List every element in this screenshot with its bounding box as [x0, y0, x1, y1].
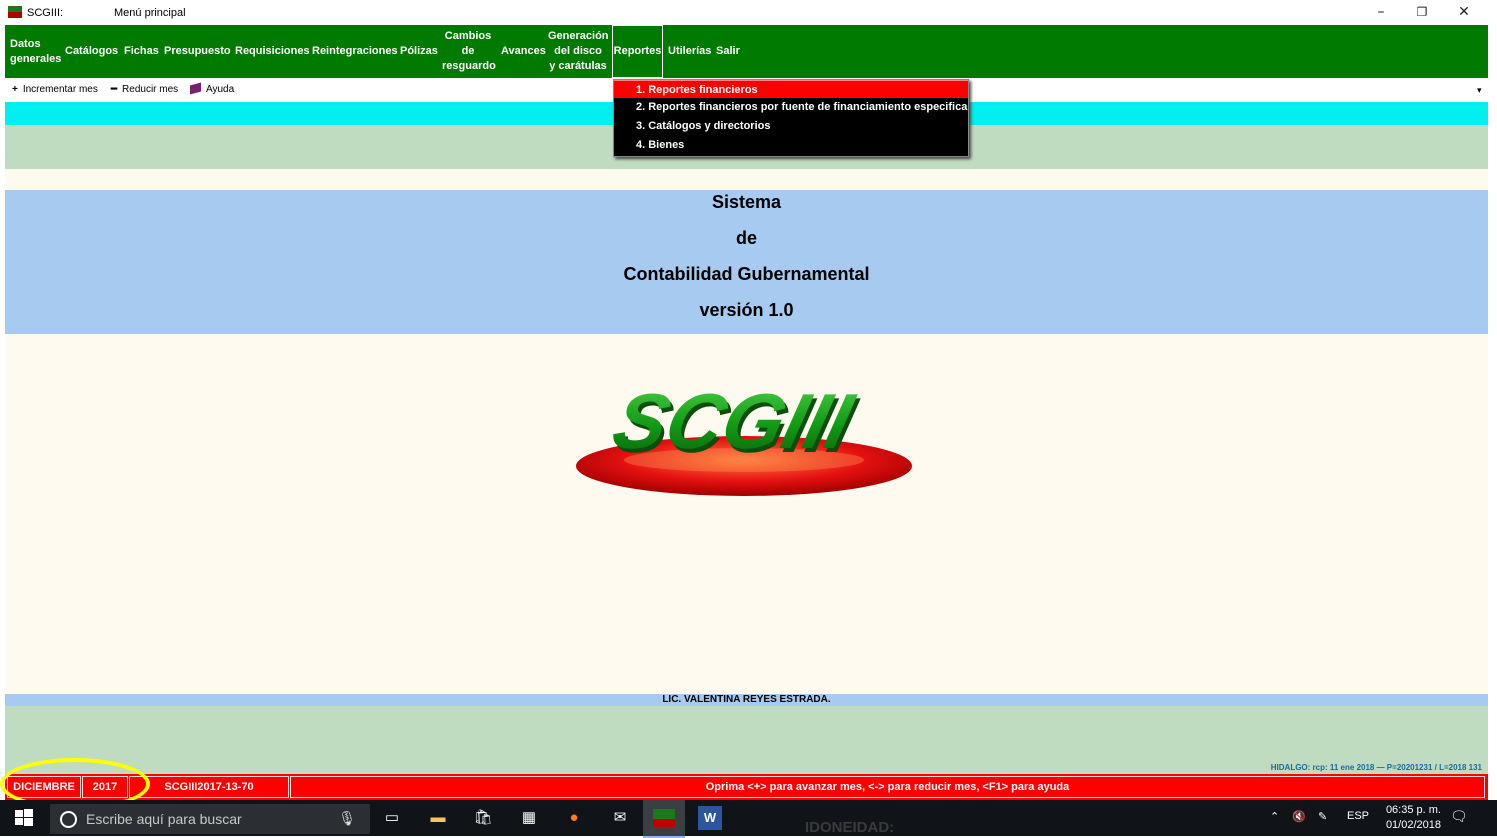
- menu-catalogos[interactable]: Catálogos: [65, 44, 118, 59]
- system-title-panel: Sistema de Contabilidad Gubernamental ve…: [5, 190, 1488, 334]
- mail-icon[interactable]: ✉: [608, 806, 632, 830]
- close-button[interactable]: ✕: [1444, 2, 1484, 22]
- menu-label: Cambios: [444, 30, 492, 42]
- windows-taskbar: Escribe aquí para buscar 🎙 ▭ ▬ 🛍 ▦ ● ✉ W…: [0, 800, 1497, 838]
- microphone-icon[interactable]: 🎙: [338, 810, 356, 827]
- menu-label: de: [461, 45, 475, 57]
- menu-utilerias[interactable]: Utilerías: [668, 44, 711, 59]
- calculator-icon[interactable]: ▦: [517, 806, 541, 830]
- menu-presupuesto[interactable]: Presupuesto: [164, 44, 231, 59]
- menu-label: generales: [10, 53, 62, 65]
- restore-button[interactable]: ❐: [1402, 2, 1442, 22]
- menu-polizas[interactable]: Pólizas: [400, 44, 438, 59]
- menu-label: Datos: [10, 38, 41, 50]
- notifications-icon[interactable]: 🗨: [1450, 808, 1468, 825]
- store-icon[interactable]: 🛍: [471, 806, 495, 830]
- menu-datos-generales[interactable]: Datos generales: [10, 37, 61, 67]
- language-indicator[interactable]: ESP: [1347, 810, 1369, 822]
- status-bar: DICIEMBRE 2017 SCGIII2017-13-70 Oprima <…: [5, 774, 1488, 800]
- menu-generacion-disco[interactable]: Generación del disco y carátulas: [548, 29, 609, 74]
- taskbar-search-box[interactable]: Escribe aquí para buscar 🎙: [50, 804, 370, 834]
- plus-icon: +: [12, 84, 18, 95]
- dropdown-item-reportes-financieros[interactable]: 1. Reportes financieros: [614, 80, 968, 98]
- taskbar-clock[interactable]: 06:35 p. m. 01/02/2018: [1386, 803, 1441, 833]
- minimize-button[interactable]: –: [1361, 2, 1401, 22]
- dropdown-item-bienes[interactable]: 4. Bienes: [614, 136, 968, 154]
- cream-band: [5, 169, 1488, 190]
- tray-chevron-icon[interactable]: ⌃: [1270, 810, 1279, 823]
- clock-date: 01/02/2018: [1385, 819, 1441, 831]
- increment-month-label: Incrementar mes: [22, 84, 98, 95]
- help-button[interactable]: Ayuda: [190, 82, 235, 95]
- cortana-icon: [60, 811, 77, 828]
- title-line-4: versión 1.0: [699, 300, 794, 320]
- dropdown-item-reportes-por-fuente[interactable]: 2. Reportes financieros por fuente de fi…: [614, 98, 968, 116]
- app-icon: [8, 6, 22, 18]
- menu-salir[interactable]: Salir: [716, 44, 740, 59]
- toolbar-overflow-icon[interactable]: ▾: [1477, 85, 1482, 96]
- menu-label: y carátulas: [549, 60, 607, 72]
- minus-icon: ━: [111, 84, 118, 95]
- search-placeholder: Escribe aquí para buscar: [86, 811, 242, 827]
- signature-strip: LIC. VALENTINA REYES ESTRADA.: [5, 694, 1488, 706]
- clock-time: 06:35 p. m.: [1385, 804, 1441, 816]
- window-title: Menú principal: [114, 7, 186, 19]
- menu-label: del disco: [554, 45, 602, 57]
- volume-muted-icon[interactable]: 🔇: [1292, 810, 1306, 823]
- pen-icon[interactable]: ✎: [1318, 810, 1327, 823]
- reportes-dropdown: 1. Reportes financieros 2. Reportes fina…: [613, 79, 969, 157]
- scgiii-app-icon: [653, 809, 675, 828]
- main-menu-bar: Datos generales Catálogos Fichas Presupu…: [5, 25, 1488, 78]
- logo-text: SCGIII: [605, 377, 863, 465]
- title-bar: SCGIII: Menú principal – ❐ ✕: [0, 0, 1497, 25]
- title-line-1: Sistema: [711, 192, 782, 212]
- menu-reintegraciones[interactable]: Reintegraciones: [312, 44, 398, 59]
- firefox-icon[interactable]: ●: [562, 806, 586, 830]
- task-view-icon[interactable]: ▭: [380, 806, 404, 830]
- menu-avances[interactable]: Avances: [501, 44, 546, 59]
- increment-month-button[interactable]: + Incrementar mes: [12, 84, 98, 95]
- menu-cambios-de-resguardo[interactable]: Cambios de resguardo: [442, 29, 496, 74]
- reduce-month-label: Reducir mes: [122, 84, 179, 95]
- status-code: SCGIII2017-13-70: [129, 776, 289, 798]
- help-label: Ayuda: [206, 84, 235, 95]
- dropdown-item-catalogos-directorios[interactable]: 3. Catálogos y directorios: [614, 117, 968, 135]
- menu-label: Generación: [548, 30, 609, 42]
- menu-label: resguardo: [442, 60, 496, 72]
- signature-text: LIC. VALENTINA REYES ESTRADA.: [662, 694, 831, 705]
- title-line-2: de: [735, 228, 757, 248]
- book-icon: [190, 82, 201, 95]
- file-explorer-icon[interactable]: ▬: [426, 806, 450, 830]
- lower-green-band: HIDALGO: rcp: 11 ene 2018 — P=20201231 /…: [5, 706, 1488, 774]
- word-icon[interactable]: W: [698, 806, 722, 830]
- scgiii-taskbar-icon[interactable]: [643, 800, 685, 838]
- app-title: SCGIII:: [27, 7, 64, 19]
- menu-requisiciones[interactable]: Requisiciones: [235, 44, 310, 59]
- reduce-month-button[interactable]: ━ Reducir mes: [111, 84, 178, 95]
- menu-reportes[interactable]: Reportes: [612, 25, 663, 78]
- menu-fichas[interactable]: Fichas: [124, 44, 159, 59]
- title-line-3: Contabilidad Gubernamental: [623, 264, 870, 284]
- info-text: HIDALGO: rcp: 11 ene 2018 — P=20201231 /…: [1270, 763, 1482, 772]
- scgiii-logo: SCGIII SCGIII: [576, 377, 912, 496]
- status-message: Oprima <+> para avanzar mes, <-> para re…: [290, 776, 1485, 798]
- background-window-text: IDONEIDAD:: [805, 819, 895, 836]
- windows-start-icon[interactable]: [14, 808, 34, 828]
